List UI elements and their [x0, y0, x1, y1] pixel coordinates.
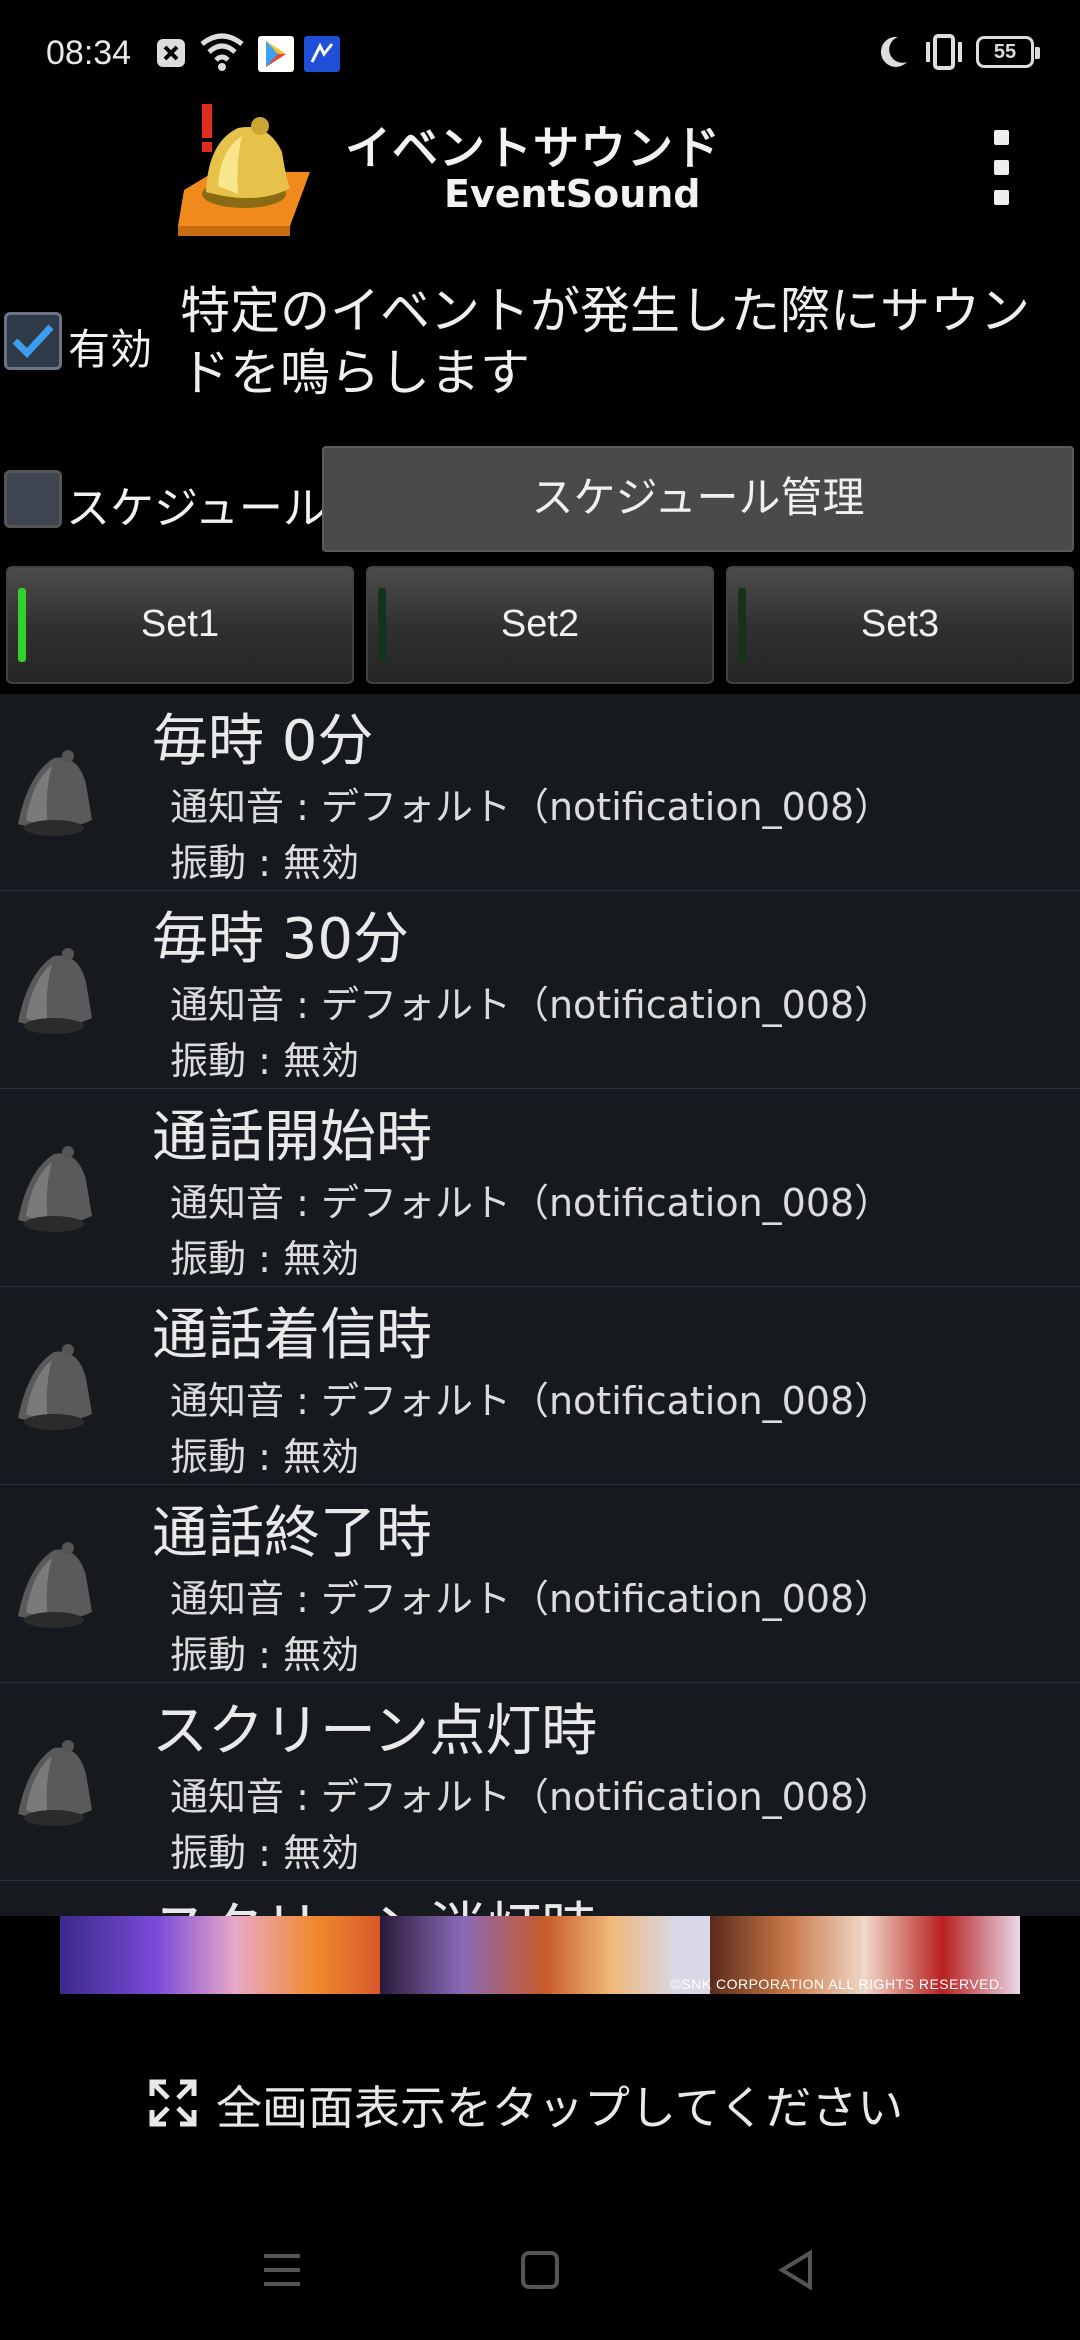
event-vibration: 振動 : 無効 — [170, 1039, 359, 1083]
event-row-hourly-0[interactable]: 毎時 0分 通知音 : デフォルト（notification_008） 振動 :… — [0, 694, 1080, 891]
event-list[interactable]: 毎時 0分 通知音 : デフォルト（notification_008） 振動 :… — [0, 694, 1080, 1916]
bell-icon — [18, 1542, 92, 1628]
event-title: 通話開始時 — [152, 1105, 432, 1170]
set-tab-label: Set3 — [860, 603, 940, 645]
event-vibration: 振動 : 無効 — [170, 1633, 359, 1677]
app-header: イベントサウンド EventSound — [0, 100, 1080, 250]
event-row-call-incoming[interactable]: 通話着信時 通知音 : デフォルト（notification_008） 振動 :… — [0, 1288, 1080, 1485]
bell-icon — [18, 948, 92, 1034]
set-tab-2[interactable]: Set2 — [366, 566, 714, 684]
event-sound: 通知音 : デフォルト（notification_008） — [170, 1379, 893, 1423]
app-title-en: EventSound — [444, 172, 701, 216]
event-sound: 通知音 : デフォルト（notification_008） — [170, 1181, 893, 1225]
event-title: スクリーン点灯時 — [152, 1699, 598, 1764]
status-time: 08:34 — [46, 34, 132, 72]
event-title: スクリーン消灯時 — [152, 1884, 597, 1916]
event-vibration: 振動 : 無効 — [170, 1831, 359, 1875]
enable-label[interactable]: 有効 — [68, 316, 152, 377]
expand-icon — [149, 2079, 197, 2127]
schedule-checkbox[interactable] — [4, 470, 62, 528]
event-row-screen-on[interactable]: スクリーン点灯時 通知音 : デフォルト（notification_008） 振… — [0, 1684, 1080, 1881]
event-title: 毎時 0分 — [152, 709, 374, 774]
wifi-icon — [200, 33, 244, 71]
event-title: 毎時 30分 — [152, 907, 410, 972]
close-box-icon — [157, 39, 185, 67]
home-nav-icon[interactable] — [520, 2250, 560, 2290]
event-sound: 通知音 : デフォルト（notification_008） — [170, 983, 893, 1027]
bell-icon — [18, 1146, 92, 1232]
fullscreen-message: 全画面表示をタップしてください — [216, 2081, 904, 2135]
enable-description: 特定のイベントが発生した際にサウンドを鳴らします — [180, 282, 1030, 402]
set-indicator — [18, 588, 26, 662]
bell-icon — [18, 750, 92, 836]
event-title: 通話着信時 — [152, 1303, 432, 1368]
set-indicator — [378, 588, 386, 662]
app-notification-icon — [304, 36, 340, 72]
status-bar: 08:34 55 — [0, 0, 1080, 100]
set-tab-label: Set1 — [140, 603, 220, 645]
play-store-icon — [258, 36, 294, 72]
battery-icon: 55 — [976, 36, 1040, 68]
event-row-hourly-30[interactable]: 毎時 30分 通知音 : デフォルト（notification_008） 振動 … — [0, 892, 1080, 1089]
event-sound: 通知音 : デフォルト（notification_008） — [170, 785, 893, 829]
moon-icon — [880, 36, 907, 67]
event-sound: 通知音 : デフォルト（notification_008） — [170, 1577, 893, 1621]
ad-copyright: ©SNK CORPORATION ALL RIGHTS RESERVED. — [670, 1976, 1004, 1992]
schedule-manage-button[interactable]: スケジュール管理 — [322, 446, 1074, 552]
event-sound: 通知音 : デフォルト（notification_008） — [170, 1775, 893, 1819]
overflow-menu-icon[interactable] — [982, 122, 1022, 212]
set-tab-1[interactable]: Set1 — [6, 566, 354, 684]
bell-logo-icon — [178, 104, 310, 236]
event-row-screen-off[interactable]: スクリーン消灯時 — [0, 1882, 1080, 1916]
ad-art — [380, 1916, 710, 1994]
set-indicator — [738, 588, 746, 662]
vibrate-icon — [926, 34, 962, 70]
set-tab-3[interactable]: Set3 — [726, 566, 1074, 684]
enable-checkbox[interactable] — [4, 312, 62, 370]
app-title-jp: イベントサウンド — [345, 121, 721, 175]
bell-icon — [18, 1344, 92, 1430]
event-vibration: 振動 : 無効 — [170, 841, 359, 885]
menu-nav-icon[interactable] — [262, 2252, 302, 2288]
system-nav-bar — [0, 2230, 1080, 2310]
ad-banner[interactable]: ©SNK CORPORATION ALL RIGHTS RESERVED. — [60, 1916, 1020, 1994]
event-row-call-start[interactable]: 通話開始時 通知音 : デフォルト（notification_008） 振動 :… — [0, 1090, 1080, 1287]
event-row-call-end[interactable]: 通話終了時 通知音 : デフォルト（notification_008） 振動 :… — [0, 1486, 1080, 1683]
app-root: 08:34 55 イベントサウンド EventSound 有効 特定のイベントが… — [0, 0, 1080, 2340]
event-title: 通話終了時 — [152, 1501, 432, 1566]
event-vibration: 振動 : 無効 — [170, 1435, 359, 1479]
set-tab-label: Set2 — [500, 603, 580, 645]
back-nav-icon[interactable] — [776, 2250, 816, 2290]
bell-icon — [18, 1740, 92, 1826]
schedule-label[interactable]: スケジュール — [66, 472, 327, 536]
event-vibration: 振動 : 無効 — [170, 1237, 359, 1281]
checkmark-icon — [12, 324, 54, 359]
ad-art — [60, 1916, 380, 1994]
